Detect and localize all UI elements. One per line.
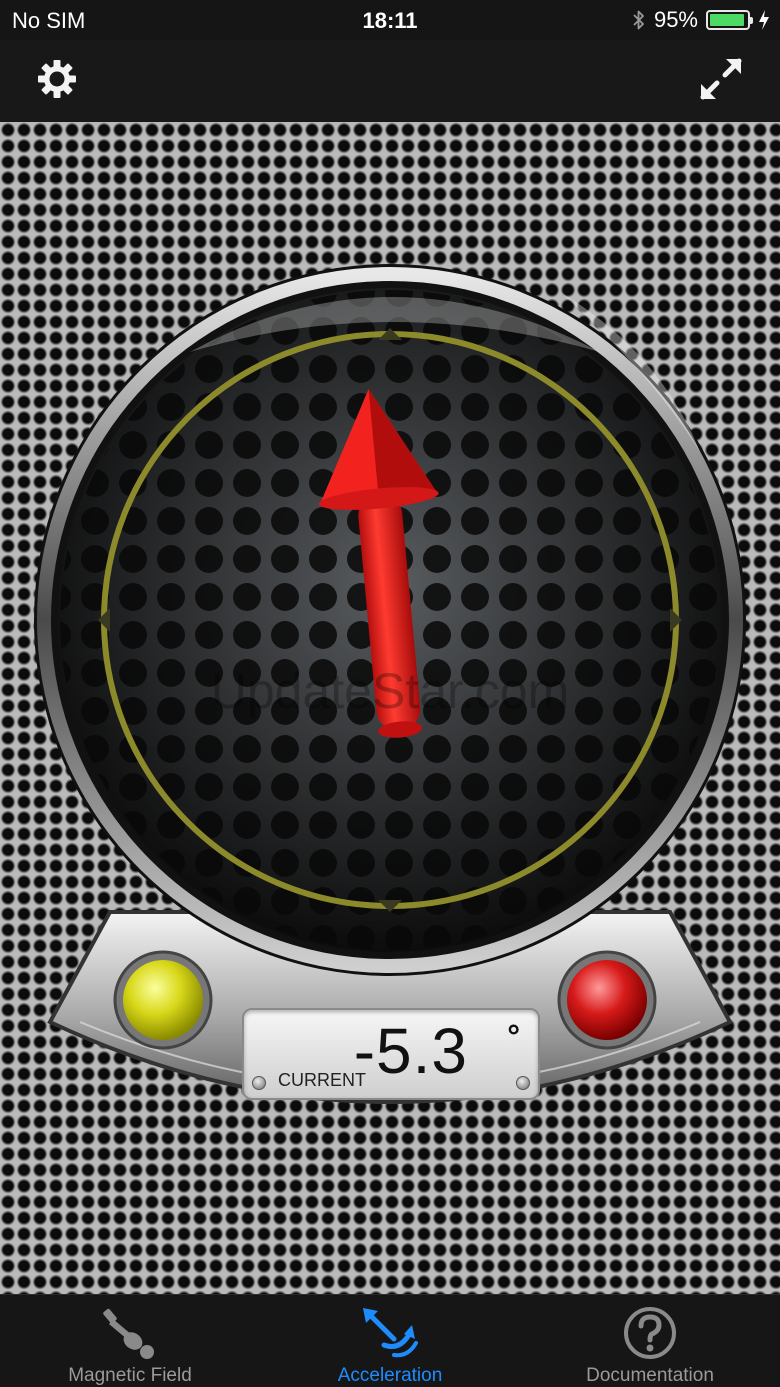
tab-magnetic-field[interactable]: Magnetic Field [0, 1295, 260, 1387]
tab-label: Acceleration [337, 1365, 443, 1386]
battery-nub [750, 17, 753, 24]
tab-acceleration[interactable]: Acceleration [260, 1295, 520, 1387]
red-indicator-light [567, 960, 647, 1040]
top-toolbar [0, 40, 780, 122]
magnet-probe-icon [103, 1308, 154, 1359]
screw-right [516, 1076, 530, 1090]
reading-unit: ° [507, 1018, 520, 1054]
status-bar: No SIM 18:11 95% [0, 0, 780, 40]
charging-bolt-icon [759, 10, 769, 30]
perforated-background: UpdateStar.com -5.3 ° CURRENT [0, 122, 780, 1294]
bluetooth-icon [633, 10, 644, 30]
screw-left [252, 1076, 266, 1090]
tab-label: Documentation [586, 1365, 714, 1386]
battery-level-fill [710, 14, 745, 26]
tab-label: Magnetic Field [68, 1365, 192, 1386]
reading-value: -5.3 [353, 1015, 468, 1087]
question-circle-icon [624, 1307, 676, 1359]
acceleration-arrows-icon [363, 1308, 418, 1358]
tab-bar: Magnetic Field Acceleration Documentatio… [0, 1294, 780, 1387]
battery-percent: 95% [653, 7, 698, 32]
battery-icon [706, 10, 753, 30]
tab-documentation[interactable]: Documentation [520, 1295, 780, 1387]
yellow-indicator-light [123, 960, 203, 1040]
gear-icon[interactable] [34, 56, 80, 102]
expand-arrows-icon[interactable] [696, 54, 746, 104]
reading-label: CURRENT [278, 1070, 366, 1090]
reading-display: -5.3 ° CURRENT [242, 1008, 540, 1100]
watermark-text: UpdateStar.com [210, 663, 570, 719]
status-indicators: 95% [632, 6, 770, 34]
